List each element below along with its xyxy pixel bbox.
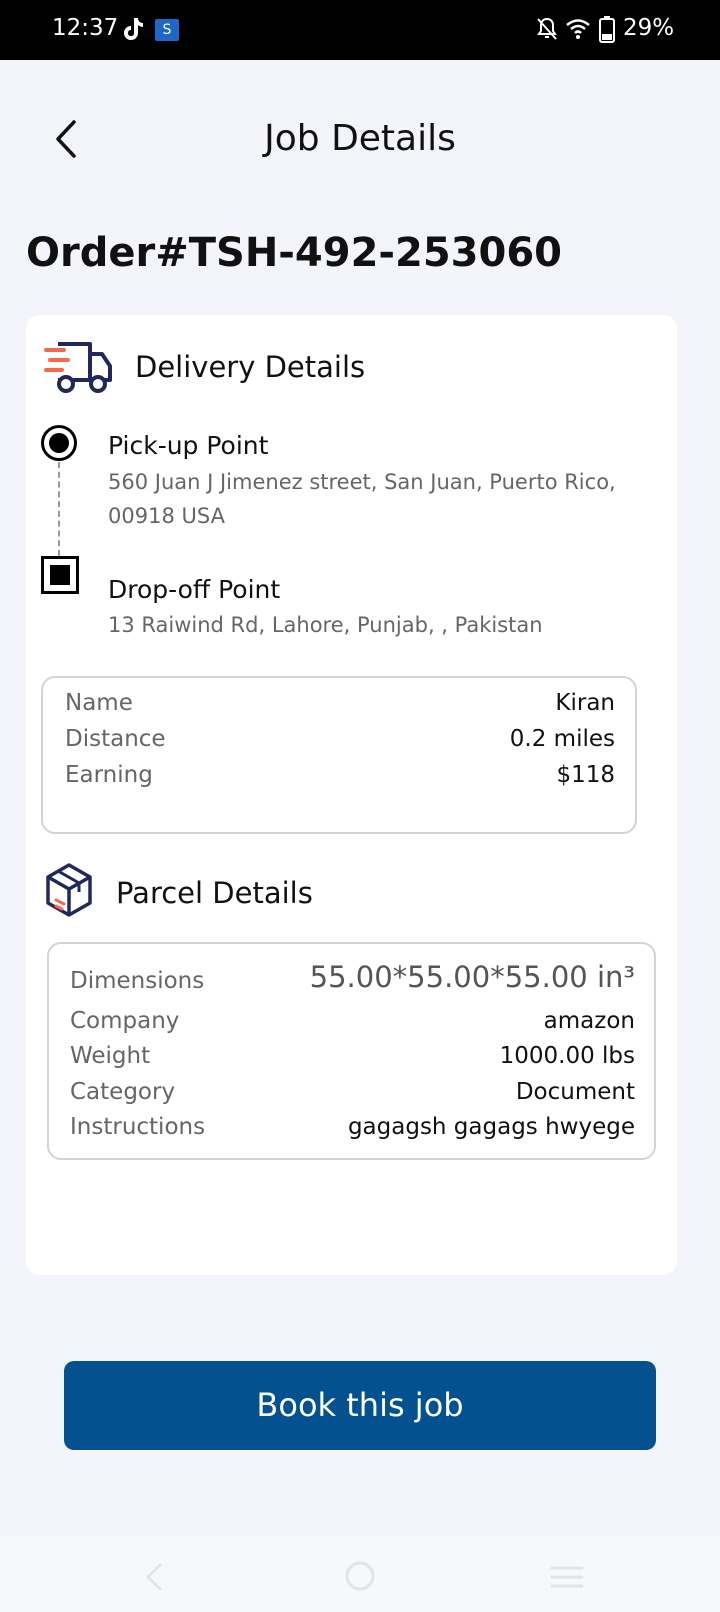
parcel-value: gagagsh gagags hwyege — [347, 1114, 635, 1140]
dropoff-address: 13 Raiwind Rd, Lahore, Punjab, , Pakista… — [108, 613, 543, 637]
order-number: Order#TSH-492-253060 — [26, 230, 562, 276]
wifi-icon — [566, 19, 590, 39]
parcel-value: Document — [515, 1079, 635, 1105]
parcel-details-box: Dimensions 55.00*55.00*55.00 in³ Company… — [47, 942, 656, 1160]
info-row-distance: Distance 0.2 miles — [65, 726, 615, 756]
info-value: Kiran — [555, 690, 615, 716]
system-navigation-bar — [0, 1536, 720, 1612]
parcel-value: 1000.00 lbs — [499, 1043, 635, 1069]
status-bar: 12:37 S 29% — [0, 0, 720, 60]
info-value: 0.2 miles — [509, 726, 615, 752]
page-title: Job Details — [264, 118, 456, 159]
tiktok-icon — [124, 18, 143, 40]
info-label: Name — [65, 690, 133, 716]
info-row-earning: Earning $118 — [65, 762, 615, 792]
battery-percentage: 29% — [623, 15, 675, 41]
info-label: Distance — [65, 726, 166, 752]
delivery-details-title: Delivery Details — [135, 350, 366, 384]
parcel-label: Instructions — [70, 1114, 206, 1140]
nav-back-icon[interactable] — [142, 1562, 166, 1592]
info-label: Earning — [65, 762, 153, 788]
truck-icon — [44, 342, 112, 393]
parcel-label: Weight — [70, 1043, 151, 1069]
pickup-marker-icon — [41, 425, 77, 461]
parcel-row-dimensions: Dimensions 55.00*55.00*55.00 in³ — [70, 960, 635, 1000]
parcel-value: 55.00*55.00*55.00 in³ — [309, 960, 635, 994]
pickup-label: Pick-up Point — [108, 431, 269, 460]
parcel-label: Company — [70, 1008, 180, 1034]
parcel-value: amazon — [543, 1008, 635, 1034]
bell-off-icon — [537, 17, 557, 40]
parcel-row-weight: Weight 1000.00 lbs — [70, 1043, 635, 1075]
battery-icon — [599, 16, 615, 43]
parcel-row-company: Company amazon — [70, 1008, 635, 1040]
status-time: 12:37 — [52, 15, 119, 41]
app-notification-icon: S — [155, 19, 179, 41]
parcel-box-icon — [46, 863, 92, 917]
job-summary-box: Name Kiran Distance 0.2 miles Earning $1… — [41, 676, 637, 834]
book-job-button[interactable]: Book this job — [64, 1361, 656, 1450]
route-connector-line — [58, 462, 60, 556]
parcel-details-title: Parcel Details — [116, 876, 313, 910]
pickup-address: 560 Juan J Jimenez street, San Juan, Pue… — [108, 470, 616, 528]
parcel-label: Category — [70, 1079, 176, 1105]
info-row-name: Name Kiran — [65, 690, 615, 720]
parcel-row-category: Category Document — [70, 1079, 635, 1111]
parcel-label: Dimensions — [70, 968, 205, 994]
nav-home-icon[interactable] — [344, 1560, 376, 1592]
parcel-row-instructions: Instructions gagagsh gagags hwyege — [70, 1114, 635, 1146]
dropoff-label: Drop-off Point — [108, 575, 281, 604]
dropoff-marker-icon — [41, 556, 79, 594]
info-value: $118 — [556, 762, 615, 788]
nav-recents-icon[interactable] — [550, 1565, 584, 1589]
